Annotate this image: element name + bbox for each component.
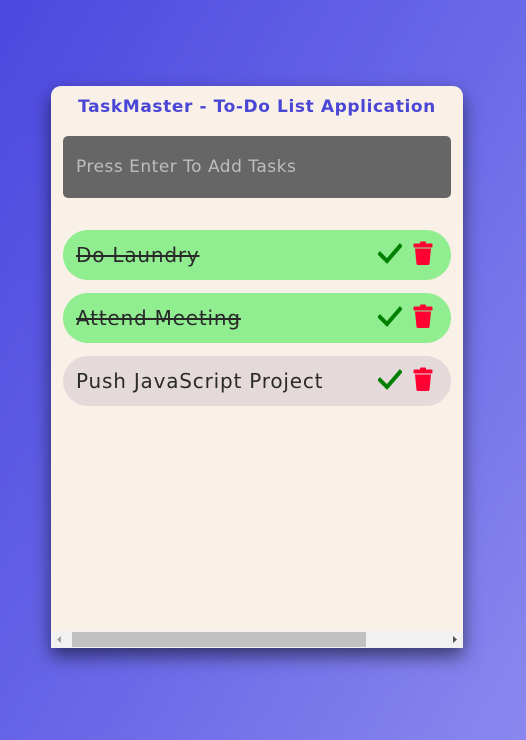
task-text: Push JavaScript Project [76,369,324,393]
scrollbar-thumb[interactable] [72,632,366,647]
app-title: TaskMaster - To-Do List Application [78,97,436,117]
scroll-right-arrow-icon[interactable] [446,631,463,648]
task-item[interactable]: Do Laundry [63,230,451,280]
horizontal-scrollbar[interactable] [51,631,463,648]
task-text: Do Laundry [76,243,200,267]
trash-icon[interactable] [413,367,433,391]
task-item[interactable]: Push JavaScript Project [63,356,451,406]
trash-icon[interactable] [413,241,433,265]
task-input[interactable] [63,136,451,198]
check-icon[interactable] [378,368,402,390]
trash-icon[interactable] [413,304,433,328]
task-item[interactable]: Attend Meeting [63,293,451,343]
task-list: Do Laundry Attend Meeting Push JavaScrip… [63,230,451,419]
todo-card: TaskMaster - To-Do List Application Do L… [51,86,463,648]
check-icon[interactable] [378,305,402,327]
scroll-left-arrow-icon[interactable] [51,631,68,648]
check-icon[interactable] [378,242,402,264]
task-text: Attend Meeting [76,306,241,330]
